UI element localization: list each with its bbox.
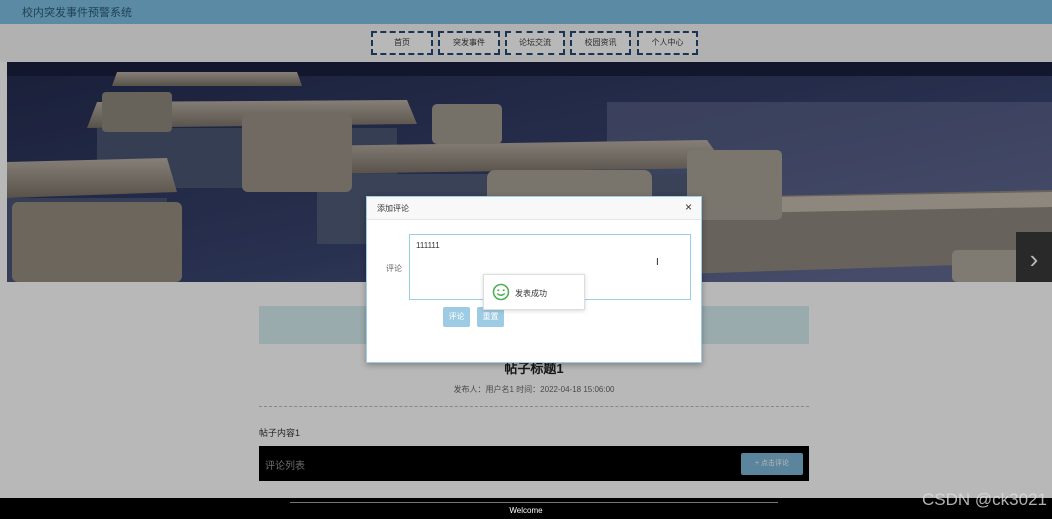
submit-comment-button[interactable]: 评论 [443, 307, 470, 327]
success-toast: 发表成功 [483, 274, 585, 310]
footer: Welcome [0, 498, 1052, 519]
dialog-header: 添加评论 × [367, 197, 701, 220]
watermark: CSDN @ck3021 [922, 490, 1047, 509]
dialog-title: 添加评论 [377, 204, 409, 213]
comment-field-label: 评论 [386, 264, 402, 273]
smile-icon [492, 283, 510, 301]
footer-text: Welcome [509, 506, 543, 515]
text-cursor-icon: I [656, 257, 659, 268]
toast-message: 发表成功 [515, 289, 547, 298]
footer-divider [290, 502, 778, 503]
close-icon[interactable]: × [685, 200, 692, 214]
reset-button[interactable]: 重置 [477, 307, 504, 327]
